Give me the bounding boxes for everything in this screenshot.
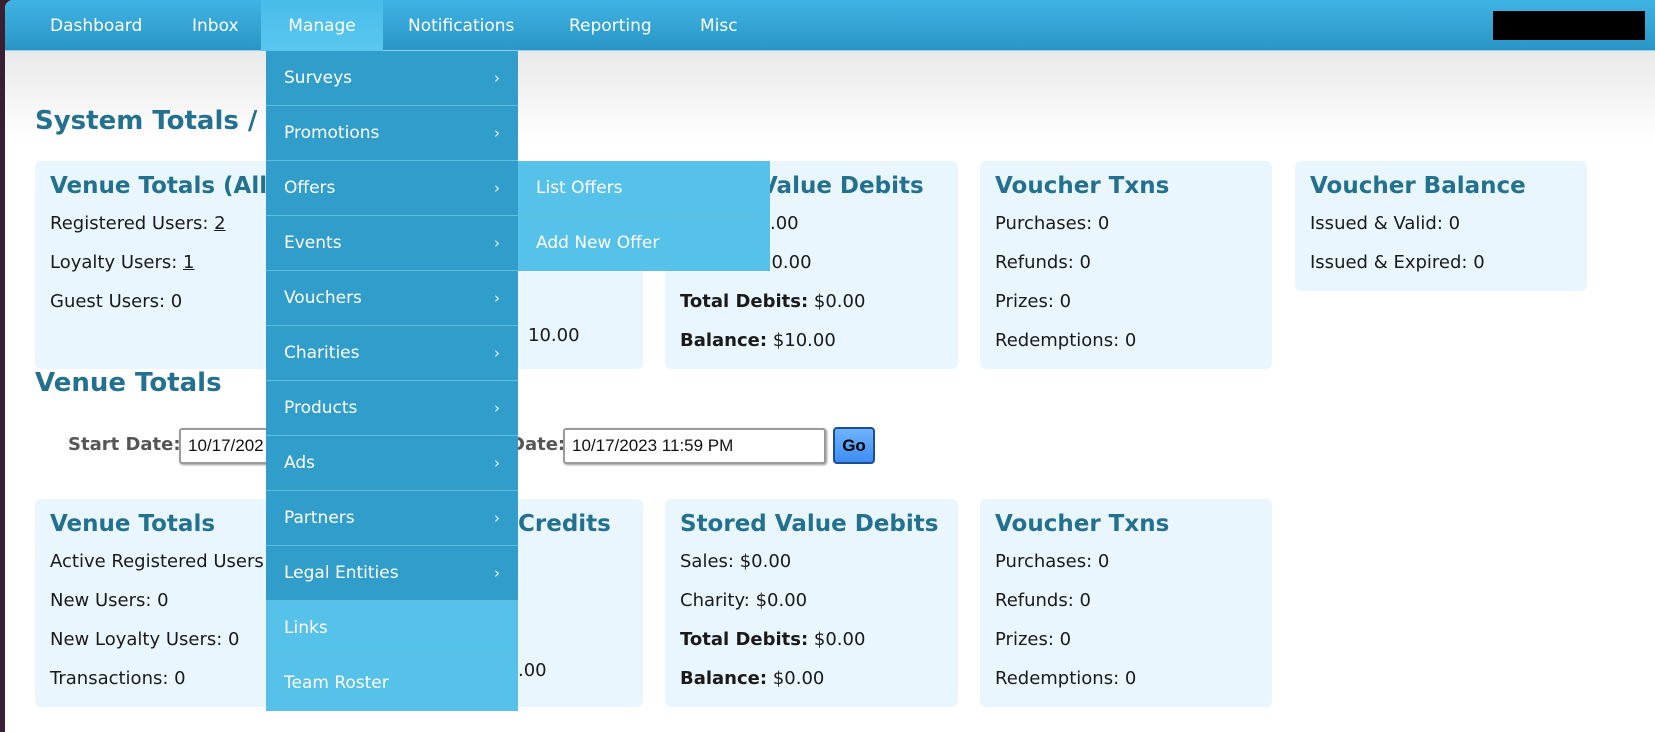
submenu-item-list-offers[interactable]: List Offers — [518, 161, 770, 216]
chevron-right-icon: › — [494, 344, 500, 362]
menu-label: Charities — [284, 343, 360, 363]
total-debits-value: $0.00 — [813, 291, 866, 312]
chevron-right-icon: › — [494, 564, 500, 582]
end-date-input[interactable] — [563, 428, 826, 464]
nav-notifications[interactable]: Notifications — [383, 0, 539, 51]
balance-value: $10.00 — [772, 330, 836, 351]
menu-item-ads[interactable]: Ads › — [266, 436, 518, 491]
menu-item-products[interactable]: Products › — [266, 381, 518, 436]
menu-label: Offers — [284, 178, 336, 198]
menu-item-team-roster[interactable]: Team Roster — [266, 656, 518, 711]
menu-item-vouchers[interactable]: Vouchers › — [266, 271, 518, 326]
submenu-item-add-new-offer[interactable]: Add New Offer — [518, 216, 770, 271]
chevron-right-icon: › — [494, 69, 500, 87]
balance: Balance: $10.00 — [680, 321, 943, 360]
chevron-right-icon: › — [494, 399, 500, 417]
chevron-right-icon: › — [494, 179, 500, 197]
card-title: Stored Value Debits — [680, 511, 939, 537]
loyalty-users-label: Loyalty Users: — [50, 252, 178, 273]
issued-valid: Issued & Valid: 0 — [1310, 213, 1461, 234]
start-date-label: Start Date: — [68, 434, 181, 455]
menu-item-legal-entities[interactable]: Legal Entities › — [266, 546, 518, 601]
charity: Charity: $0.00 — [680, 590, 808, 611]
loyalty-users-link[interactable]: 1 — [183, 252, 194, 273]
end-date-label: Date: — [510, 434, 566, 455]
purchases: Purchases: 0 — [995, 213, 1110, 234]
balance-value: $0.00 — [772, 668, 825, 689]
credits-partial-value: 10.00 — [528, 325, 580, 346]
registered-users-link[interactable]: 2 — [214, 213, 225, 234]
menu-label: Team Roster — [284, 673, 389, 693]
nav-inbox[interactable]: Inbox — [167, 0, 264, 51]
card-title: Voucher Txns — [995, 173, 1170, 199]
issued-expired: Issued & Expired: 0 — [1310, 252, 1485, 273]
offers-submenu: List Offers Add New Offer — [518, 161, 770, 271]
menu-label: Promotions — [284, 123, 380, 143]
menu-label: Products — [284, 398, 358, 418]
total-debits: Total Debits: $0.00 — [680, 620, 943, 659]
user-account-redacted[interactable] — [1493, 11, 1645, 40]
total-debits: Total Debits: $0.00 — [680, 282, 943, 321]
total-debits-value: $0.00 — [813, 629, 866, 650]
menu-label: Legal Entities — [284, 563, 399, 583]
app-window: Dashboard Inbox Manage Notifications Rep… — [5, 0, 1655, 732]
redemptions: Redemptions: 0 — [995, 330, 1137, 351]
card-title: Voucher Txns — [995, 511, 1170, 537]
menu-item-links[interactable]: Links — [266, 601, 518, 656]
registered-users-label: Registered Users: — [50, 213, 209, 234]
refunds: Refunds: 0 — [995, 590, 1091, 611]
venue-stored-value-debits-card: Stored Value Debits Sales: $0.00 Charity… — [665, 499, 958, 707]
nav-manage[interactable]: Manage — [261, 0, 383, 51]
balance-label: Balance: — [680, 330, 768, 351]
prizes: Prizes: 0 — [995, 629, 1072, 650]
chevron-right-icon: › — [494, 509, 500, 527]
menu-item-promotions[interactable]: Promotions › — [266, 106, 518, 161]
menu-item-surveys[interactable]: Surveys › — [266, 51, 518, 106]
purchases: Purchases: 0 — [995, 551, 1110, 572]
credits-title: Credits — [518, 511, 611, 537]
card-title: Voucher Balance — [1310, 173, 1526, 199]
chevron-right-icon: › — [494, 124, 500, 142]
system-totals-heading: System Totals / Pr — [35, 106, 299, 136]
chevron-right-icon: › — [494, 234, 500, 252]
chevron-right-icon: › — [494, 454, 500, 472]
menu-item-events[interactable]: Events › — [266, 216, 518, 271]
sales: Sales: $0.00 — [680, 551, 792, 572]
nav-dashboard[interactable]: Dashboard — [25, 0, 167, 51]
menu-label: Surveys — [284, 68, 352, 88]
menu-item-partners[interactable]: Partners › — [266, 491, 518, 546]
total-debits-label: Total Debits: — [680, 291, 809, 312]
menu-label: Partners — [284, 508, 355, 528]
menu-item-offers[interactable]: Offers › — [266, 161, 518, 216]
voucher-txns-card: Voucher Txns Purchases: 0 Refunds: 0 Pri… — [980, 161, 1272, 369]
chevron-right-icon: › — [494, 289, 500, 307]
menu-label: Ads — [284, 453, 315, 473]
voucher-balance-card: Voucher Balance Issued & Valid: 0 Issued… — [1295, 161, 1587, 291]
manage-dropdown-menu: Surveys › Promotions › Offers › Events › Vou… — [266, 51, 518, 711]
venue-totals-heading: Venue Totals — [35, 368, 222, 398]
balance-label: Balance: — [680, 668, 768, 689]
menu-label: Events — [284, 233, 342, 253]
top-navigation: Dashboard Inbox Manage Notifications Rep… — [5, 0, 1655, 51]
refunds: Refunds: 0 — [995, 252, 1091, 273]
nav-misc[interactable]: Misc — [675, 0, 763, 51]
menu-item-charities[interactable]: Charities › — [266, 326, 518, 381]
go-button[interactable]: Go — [833, 427, 875, 464]
redemptions: Redemptions: 0 — [995, 668, 1137, 689]
nav-reporting[interactable]: Reporting — [544, 0, 677, 51]
total-debits-label: Total Debits: — [680, 629, 809, 650]
menu-label: Vouchers — [284, 288, 362, 308]
start-date-input[interactable] — [179, 428, 279, 464]
credits-last-value: .00 — [518, 660, 547, 681]
menu-label: Links — [284, 618, 328, 638]
prizes: Prizes: 0 — [995, 291, 1072, 312]
balance: Balance: $0.00 — [680, 659, 943, 698]
venue-voucher-txns-card: Voucher Txns Purchases: 0 Refunds: 0 Pri… — [980, 499, 1272, 707]
